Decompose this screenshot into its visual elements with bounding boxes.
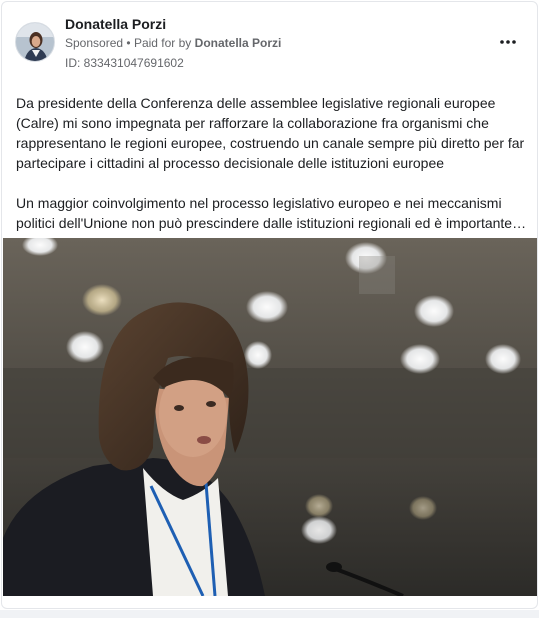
more-horizontal-icon bbox=[500, 40, 516, 44]
post-paragraph-2: Un maggior coinvolgimento nel processo l… bbox=[16, 195, 527, 231]
paid-for-prefix: Paid for by bbox=[133, 36, 192, 50]
post-image[interactable] bbox=[3, 238, 537, 596]
post-body: Da presidente della Conferenza delle ass… bbox=[16, 93, 531, 233]
paid-for-name[interactable]: Donatella Porzi bbox=[195, 36, 282, 50]
sponsored-label: Sponsored bbox=[65, 36, 124, 50]
ad-id: ID: 833431047691602 bbox=[65, 56, 184, 70]
sponsored-post-card: Donatella Porzi Sponsored • Paid for by … bbox=[1, 1, 538, 609]
post-header: Donatella Porzi Sponsored • Paid for by … bbox=[2, 2, 537, 82]
sponsored-meta: Sponsored • Paid for by Donatella Porzi bbox=[65, 36, 281, 50]
feed-separator bbox=[0, 610, 539, 618]
author-name[interactable]: Donatella Porzi bbox=[65, 16, 166, 32]
post-paragraph-1: Da presidente della Conferenza delle ass… bbox=[16, 95, 525, 171]
avatar[interactable] bbox=[15, 22, 55, 62]
meta-separator: • bbox=[126, 36, 131, 50]
more-options-button[interactable] bbox=[494, 28, 522, 56]
